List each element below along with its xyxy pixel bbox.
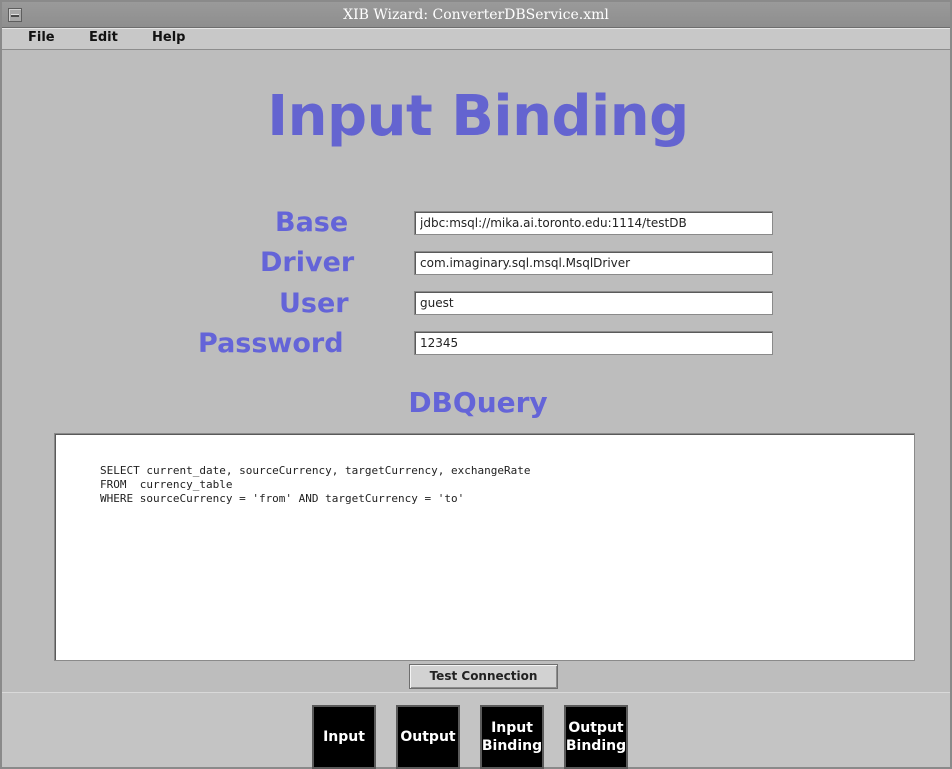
test-connection-button[interactable]: Test Connection (409, 664, 558, 689)
nav-output-button[interactable]: Output (396, 705, 460, 769)
nav-input-label: Input (323, 729, 365, 745)
content-area: Input Binding Base Driver User Password … (6, 50, 950, 692)
nav-input-binding-button[interactable]: Input Binding (480, 705, 544, 769)
nav-input-button[interactable]: Input (312, 705, 376, 769)
app-window: XIB Wizard: ConverterDBService.xml File … (0, 0, 952, 769)
driver-input[interactable] (414, 251, 773, 275)
password-input[interactable] (414, 331, 773, 355)
dbquery-textarea[interactable]: SELECT current_date, sourceCurrency, tar… (54, 433, 915, 661)
nav-output-binding-label-1: Output (568, 720, 624, 736)
page-title: Input Binding (267, 84, 689, 149)
nav-output-label: Output (400, 729, 456, 745)
window-title: XIB Wizard: ConverterDBService.xml (343, 7, 609, 23)
user-input[interactable] (414, 291, 773, 315)
base-label: Base (275, 207, 349, 238)
nav-input-binding-label-2: Binding (481, 738, 543, 754)
dbquery-heading: DBQuery (408, 386, 548, 419)
nav-output-binding-label-2: Binding (565, 738, 627, 754)
title-bar[interactable]: XIB Wizard: ConverterDBService.xml (2, 2, 950, 28)
driver-label: Driver (260, 247, 355, 278)
nav-input-binding-label-1: Input (491, 720, 533, 736)
nav-output-binding-button[interactable]: Output Binding (564, 705, 628, 769)
password-label: Password (198, 328, 344, 359)
user-label: User (279, 288, 349, 319)
base-input[interactable] (414, 211, 773, 235)
menu-edit[interactable]: Edit (87, 30, 120, 45)
menu-file[interactable]: File (26, 30, 57, 45)
wizard-nav-bar: Input Output Input Binding Output Bindin… (2, 692, 950, 769)
menu-help[interactable]: Help (150, 30, 187, 45)
menu-bar: File Edit Help (2, 28, 950, 50)
